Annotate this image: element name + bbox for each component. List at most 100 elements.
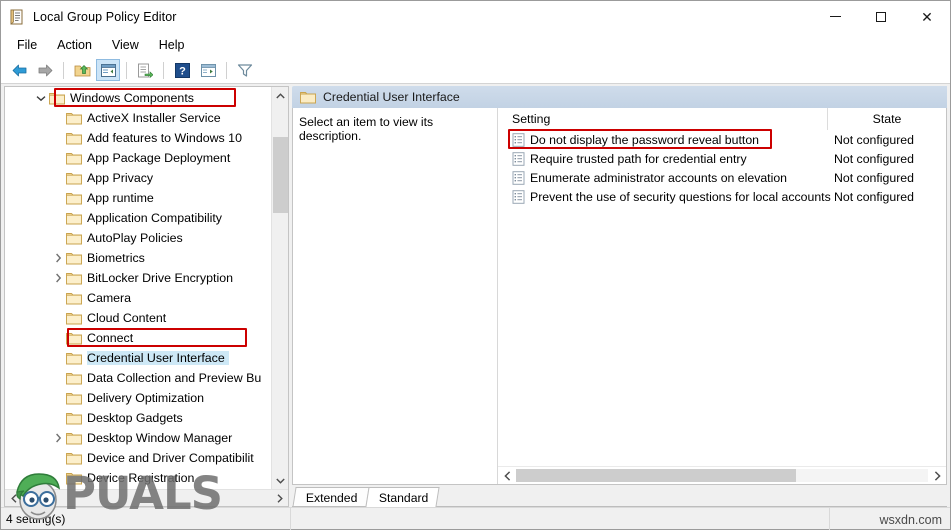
settings-horizontal-scrollbar[interactable] xyxy=(498,466,946,484)
table-row[interactable]: Require trusted path for credential entr… xyxy=(498,149,946,168)
help-question-icon[interactable]: ? xyxy=(170,59,194,81)
export-list-icon[interactable] xyxy=(133,59,157,81)
column-header-state[interactable]: State xyxy=(828,108,946,130)
tree-item-label: Cloud Content xyxy=(87,311,167,325)
tree-vertical-scrollbar[interactable] xyxy=(271,87,288,489)
tree-item-credential-user-interface[interactable]: Credential User Interface xyxy=(5,348,271,368)
tree-item-app-privacy[interactable]: App Privacy xyxy=(5,168,271,188)
tree-item-application-compatibility[interactable]: Application Compatibility xyxy=(5,208,271,228)
cell-state: Not configured xyxy=(834,132,914,147)
settings-pane-header: Credential User Interface xyxy=(292,86,947,108)
tree-item-add-features-to-windows-10[interactable]: Add features to Windows 10 xyxy=(5,128,271,148)
scroll-right-button[interactable] xyxy=(271,490,288,507)
tree-item-app-runtime[interactable]: App runtime xyxy=(5,188,271,208)
scroll-down-button[interactable] xyxy=(271,472,288,489)
menu-file[interactable]: File xyxy=(7,35,47,55)
tree-item-data-collection-and-preview-bu[interactable]: Data Collection and Preview Bu xyxy=(5,368,271,388)
tree-item-biometrics[interactable]: Biometrics xyxy=(5,248,271,268)
settings-hscroll-thumb[interactable] xyxy=(516,469,797,482)
toolbar-separator xyxy=(126,61,127,79)
tab-standard[interactable]: Standard xyxy=(364,487,440,507)
folder-icon xyxy=(66,411,82,425)
tree-item-autoplay-policies[interactable]: AutoPlay Policies xyxy=(5,228,271,248)
scroll-up-button[interactable] xyxy=(271,87,288,104)
main-body: Windows Components ActiveX Installer Serv… xyxy=(1,84,950,507)
tree-item-label: Credential User Interface xyxy=(87,351,229,365)
cell-setting: Require trusted path for credential entr… xyxy=(498,152,828,166)
cell-setting: Do not display the password reveal butto… xyxy=(498,133,828,147)
toolbar-separator xyxy=(226,61,227,79)
tree-item-label: Delivery Optimization xyxy=(87,391,205,405)
tree-item-device-and-driver-compatibilit[interactable]: Device and Driver Compatibilit xyxy=(5,448,271,468)
status-bar: 4 setting(s) xyxy=(1,507,950,530)
chevron-down-icon[interactable] xyxy=(33,95,49,102)
tab-extended-label: Extended xyxy=(305,490,358,505)
tree-item-bitlocker-drive-encryption[interactable]: BitLocker Drive Encryption xyxy=(5,268,271,288)
settings-list-rows[interactable]: Do not display the password reveal butto… xyxy=(498,129,946,466)
tree-item-label: Add features to Windows 10 xyxy=(87,131,242,145)
folder-icon xyxy=(66,391,82,405)
status-setting-count: 4 setting(s) xyxy=(1,507,291,530)
tree-scroll-track[interactable] xyxy=(271,104,288,472)
menu-help[interactable]: Help xyxy=(149,35,195,55)
back-arrow-icon[interactable] xyxy=(7,59,31,81)
toolbar-separator xyxy=(163,61,164,79)
folder-icon xyxy=(66,331,82,345)
tree-item-label: App runtime xyxy=(87,191,154,205)
tree-item-desktop-gadgets[interactable]: Desktop Gadgets xyxy=(5,408,271,428)
tree-item-device-registration[interactable]: Device Registration xyxy=(5,468,271,488)
tree-item-activex-installer-service[interactable]: ActiveX Installer Service xyxy=(5,108,271,128)
tree-item-desktop-window-manager[interactable]: Desktop Window Manager xyxy=(5,428,271,448)
tree-item-label: Connect xyxy=(87,331,134,345)
policy-setting-icon xyxy=(512,189,525,204)
svg-text:?: ? xyxy=(179,65,186,77)
tree-item-delivery-optimization[interactable]: Delivery Optimization xyxy=(5,388,271,408)
tree-item-label: App Package Deployment xyxy=(87,151,231,165)
window-controls: ✕ xyxy=(812,1,950,32)
scroll-right-button[interactable] xyxy=(928,467,946,485)
policy-tree[interactable]: Windows Components ActiveX Installer Serv… xyxy=(5,87,271,489)
status-cell-middle xyxy=(291,507,830,530)
minimize-button[interactable] xyxy=(812,1,858,32)
tree-item-label: Application Compatibility xyxy=(87,211,222,225)
description-text: Select an item to view its description. xyxy=(299,115,434,143)
tab-extended[interactable]: Extended xyxy=(292,487,370,507)
title-bar: Local Group Policy Editor ✕ xyxy=(1,1,950,32)
close-button[interactable]: ✕ xyxy=(904,1,950,32)
properties-window-icon[interactable] xyxy=(196,59,220,81)
table-row[interactable]: Do not display the password reveal butto… xyxy=(498,130,946,149)
scroll-left-button[interactable] xyxy=(5,490,22,507)
tree-item-label: Windows Components xyxy=(70,91,194,105)
table-row[interactable]: Prevent the use of security questions fo… xyxy=(498,187,946,206)
table-row[interactable]: Enumerate administrator accounts on elev… xyxy=(498,168,946,187)
up-one-level-folder-icon[interactable] xyxy=(70,59,94,81)
tree-hscroll-track[interactable] xyxy=(22,490,271,507)
filter-funnel-icon[interactable] xyxy=(233,59,257,81)
column-header-setting[interactable]: Setting xyxy=(498,108,828,130)
chevron-right-icon[interactable] xyxy=(50,273,66,283)
scroll-left-button[interactable] xyxy=(498,467,516,485)
chevron-right-icon[interactable] xyxy=(50,253,66,263)
forward-arrow-icon[interactable] xyxy=(33,59,57,81)
local-group-policy-editor-window: Local Group Policy Editor ✕ File Action … xyxy=(0,0,951,530)
tree-item-camera[interactable]: Camera xyxy=(5,288,271,308)
tree-horizontal-scrollbar[interactable] xyxy=(5,489,288,506)
setting-name: Require trusted path for credential entr… xyxy=(530,151,747,166)
chevron-right-icon[interactable] xyxy=(50,433,66,443)
tree-item-app-package-deployment[interactable]: App Package Deployment xyxy=(5,148,271,168)
settings-hscroll-track[interactable] xyxy=(516,469,928,482)
menu-action[interactable]: Action xyxy=(47,35,102,55)
tree-scroll-thumb[interactable] xyxy=(272,137,288,213)
maximize-button[interactable] xyxy=(858,1,904,32)
settings-list-pane: Setting State Do not display the passwor… xyxy=(498,108,946,484)
tree-item-label: Desktop Gadgets xyxy=(87,411,183,425)
tree-item-label: Device and Driver Compatibilit xyxy=(87,451,254,465)
show-hide-console-tree-icon[interactable] xyxy=(96,59,120,81)
tab-standard-label: Standard xyxy=(378,490,428,505)
tree-item-windows-components[interactable]: Windows Components xyxy=(5,88,271,108)
folder-icon xyxy=(66,291,82,305)
tree-item-cloud-content[interactable]: Cloud Content xyxy=(5,308,271,328)
menu-view[interactable]: View xyxy=(102,35,149,55)
folder-icon xyxy=(66,451,82,465)
tree-item-connect[interactable]: Connect xyxy=(5,328,271,348)
